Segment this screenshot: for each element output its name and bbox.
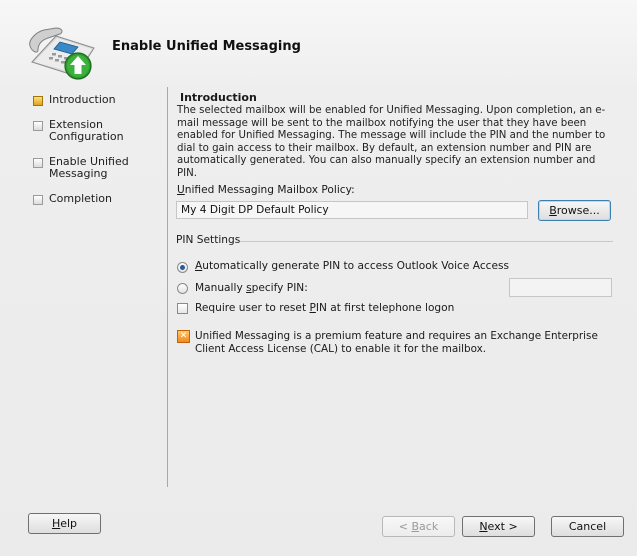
current-step-icon: [33, 96, 43, 106]
step-label: Introduction: [49, 93, 116, 106]
step-enable-unified-messaging: Enable Unified Messaging: [32, 156, 158, 180]
mailbox-policy-field[interactable]: My 4 Digit DP Default Policy: [176, 201, 528, 219]
auto-generate-pin-radio[interactable]: [177, 262, 188, 273]
pending-step-icon: [33, 158, 43, 168]
step-list: Introduction Extension Configuration Ena…: [32, 94, 158, 218]
page-title: Enable Unified Messaging: [112, 39, 301, 54]
manual-pin-label[interactable]: Manually specify PIN:: [195, 282, 308, 295]
step-label: Extension Configuration: [49, 118, 124, 143]
next-button[interactable]: Next >: [462, 516, 535, 537]
license-notice: Unified Messaging is a premium feature a…: [195, 330, 598, 355]
section-title: Introduction: [180, 91, 257, 104]
introduction-panel: Introduction The selected mailbox will b…: [176, 91, 616, 355]
warning-icon: ✕: [177, 330, 190, 343]
manual-pin-radio[interactable]: [177, 283, 188, 294]
wizard-window: Enable Unified Messaging Introduction Ex…: [0, 0, 637, 556]
help-button[interactable]: Help: [28, 513, 101, 534]
group-divider: [240, 241, 613, 242]
reset-pin-label[interactable]: Require user to reset PIN at first telep…: [195, 302, 454, 315]
auto-generate-pin-label[interactable]: Automatically generate PIN to access Out…: [195, 260, 509, 273]
pin-settings-label: PIN Settings: [176, 234, 241, 246]
step-completion: Completion: [32, 193, 158, 205]
step-introduction: Introduction: [32, 94, 158, 106]
step-extension-configuration: Extension Configuration: [32, 119, 158, 143]
reset-pin-checkbox[interactable]: [177, 303, 188, 314]
back-button[interactable]: < Back: [382, 516, 455, 537]
step-divider: [167, 87, 168, 487]
browse-button[interactable]: Browse...: [538, 200, 611, 221]
step-label: Completion: [49, 192, 113, 205]
cancel-button[interactable]: Cancel: [551, 516, 624, 537]
pin-settings-group: PIN Settings: [176, 234, 613, 248]
manual-pin-input[interactable]: [509, 278, 612, 297]
intro-description: The selected mailbox will be enabled for…: [177, 105, 606, 179]
telephone-upgrade-icon: [29, 27, 95, 80]
pending-step-icon: [33, 195, 43, 205]
policy-label: Unified Messaging Mailbox Policy:: [177, 184, 355, 196]
pending-step-icon: [33, 121, 43, 131]
step-label: Enable Unified Messaging: [49, 155, 129, 180]
